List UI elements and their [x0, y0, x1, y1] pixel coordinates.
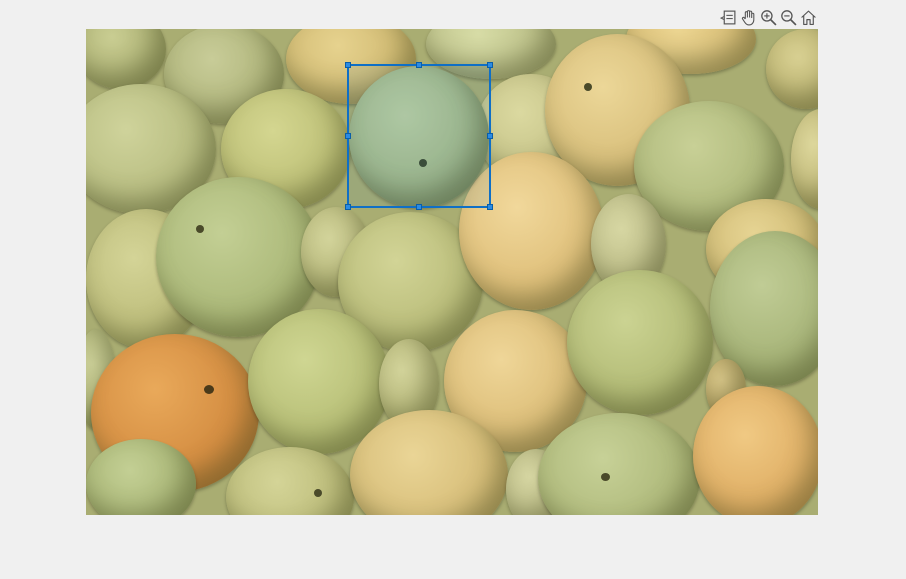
pear [791, 109, 818, 209]
pear [567, 270, 713, 415]
roi-handle-bottom-left[interactable] [345, 204, 351, 210]
roi-rectangle[interactable] [345, 62, 493, 210]
pear-stem [196, 225, 204, 233]
pan-button[interactable] [739, 8, 757, 26]
roi-handle-top[interactable] [416, 62, 422, 68]
roi-handle-top-left[interactable] [345, 62, 351, 68]
pear-stem [314, 489, 322, 497]
roi-handle-right[interactable] [487, 133, 493, 139]
pear-stem [584, 83, 592, 91]
restore-view-button[interactable] [799, 8, 817, 26]
pear [226, 447, 354, 515]
roi-handle-bottom[interactable] [416, 204, 422, 210]
roi-handle-left[interactable] [345, 133, 351, 139]
axes-toolbar [719, 8, 817, 26]
hand-icon [741, 9, 754, 25]
image-display[interactable] [86, 29, 818, 515]
data-tips-button[interactable] [719, 8, 737, 26]
pear [766, 29, 818, 109]
zoom-out-icon [780, 9, 797, 26]
data-tip-icon [719, 10, 735, 24]
zoom-in-button[interactable] [759, 8, 777, 26]
roi-handle-top-right[interactable] [487, 62, 493, 68]
zoom-out-button[interactable] [779, 8, 797, 26]
roi-handle-bottom-right[interactable] [487, 204, 493, 210]
pear [693, 386, 818, 515]
home-icon [800, 10, 816, 25]
pear-stem [204, 385, 214, 394]
pear [86, 29, 166, 89]
pear-stem [601, 473, 610, 481]
zoom-in-icon [760, 9, 777, 26]
